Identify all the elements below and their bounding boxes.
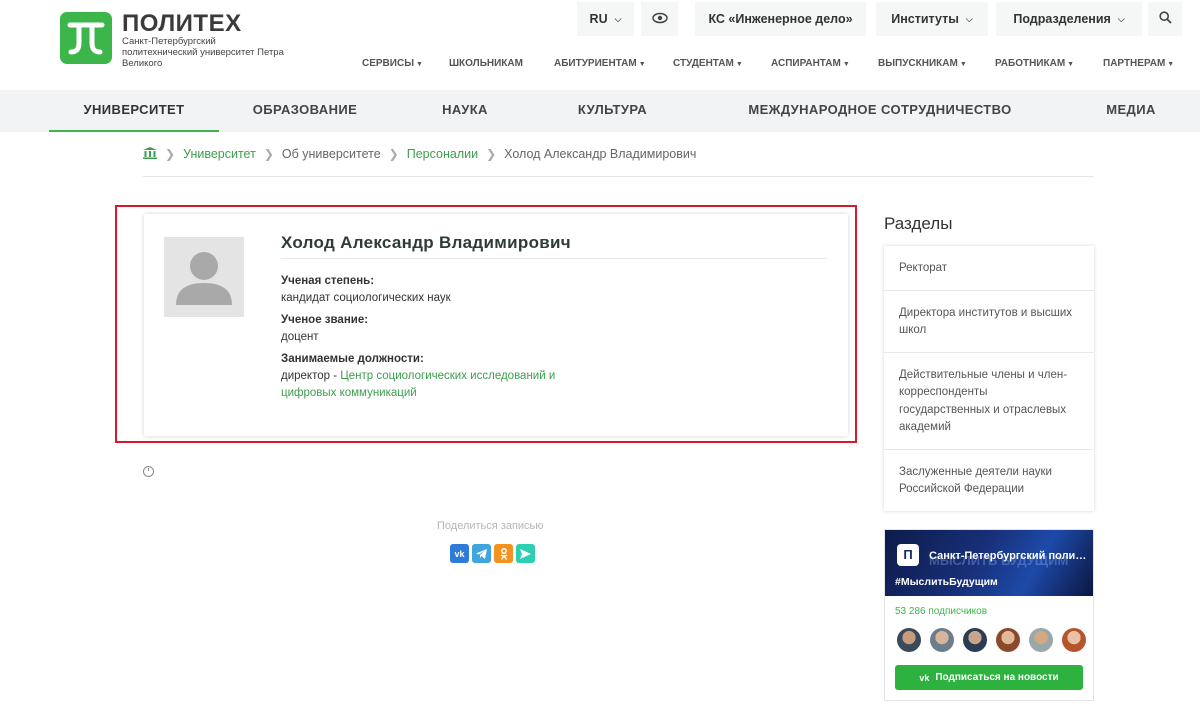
positions-label: Занимаемые должности: bbox=[281, 353, 424, 365]
eye-icon bbox=[651, 12, 668, 27]
chevron-right-icon: ❯ bbox=[486, 147, 497, 161]
mainnav-item-international[interactable]: МЕЖДУНАРОДНОЕ СОТРУДНИЧЕСТВО bbox=[735, 90, 1025, 132]
avatar bbox=[164, 237, 244, 317]
profile-card: Холод Александр Владимирович Ученая степ… bbox=[144, 214, 848, 436]
degree-value: кандидат социологических наук bbox=[281, 292, 451, 304]
ks-engineering-label: КС «Инженерное дело» bbox=[708, 12, 853, 26]
name-divider bbox=[281, 258, 827, 259]
audience-nav: СЕРВИСЫ ▼ ШКОЛЬНИКАМ АБИТУРИЕНТАМ ▼ СТУДЕН… bbox=[362, 58, 1200, 69]
avatar[interactable] bbox=[996, 628, 1020, 652]
academic-title-label: Ученое звание: bbox=[281, 314, 369, 326]
sidebar-title: Разделы bbox=[884, 214, 953, 233]
vk-share-icon[interactable]: vk bbox=[450, 544, 469, 563]
subnav-item-employees[interactable]: РАБОТНИКАМ ▼ bbox=[995, 58, 1103, 69]
vk-group-name[interactable]: Санкт-Петербургский поли… bbox=[929, 550, 1086, 562]
ok-share-icon[interactable] bbox=[494, 544, 513, 563]
mainnav-item-university[interactable]: УНИВЕРСИТЕТ bbox=[49, 90, 219, 132]
breadcrumb-university[interactable]: Университет bbox=[183, 147, 256, 161]
mainnav-item-science[interactable]: НАУКА bbox=[420, 90, 510, 132]
degree-label: Ученая степень: bbox=[281, 275, 375, 287]
breadcrumb-about[interactable]: Об университете bbox=[282, 147, 381, 161]
position-value: директор - Центр социологических исследо… bbox=[281, 370, 555, 382]
avatar[interactable] bbox=[897, 628, 921, 652]
chevron-down-icon: ⌵ bbox=[1117, 13, 1125, 24]
chevron-right-icon: ❯ bbox=[165, 147, 176, 161]
clock-icon bbox=[143, 466, 154, 477]
vk-subscribe-label: Подписаться на новости bbox=[935, 672, 1059, 683]
position-org-link[interactable]: Центр социологических исследований и bbox=[340, 370, 555, 382]
sidebar-item-rectorate[interactable]: Ректорат bbox=[884, 246, 1094, 291]
vk-subscribe-button[interactable]: vk Подписаться на новости bbox=[895, 665, 1083, 690]
vk-icon: vk bbox=[919, 672, 930, 683]
ks-engineering-button[interactable]: КС «Инженерное дело» bbox=[695, 2, 866, 36]
avatar[interactable] bbox=[963, 628, 987, 652]
breadcrumb-divider bbox=[143, 176, 1094, 177]
sidebar-item-academy-members[interactable]: Действительные члены и член-корреспонден… bbox=[884, 353, 1094, 450]
logo-subtitle: Санкт-Петербургский политехнический унив… bbox=[122, 36, 284, 69]
send-share-icon[interactable] bbox=[516, 544, 535, 563]
main-nav: УНИВЕРСИТЕТ ОБРАЗОВАНИЕ НАУКА КУЛЬТУРА М… bbox=[0, 90, 1200, 132]
mainnav-item-education[interactable]: ОБРАЗОВАНИЕ bbox=[240, 90, 370, 132]
logo-title: ПОЛИТЕХ bbox=[122, 10, 242, 37]
vk-subscriber-avatars bbox=[897, 628, 1095, 652]
subnav-item-schoolchildren[interactable]: ШКОЛЬНИКАМ bbox=[449, 58, 554, 69]
logo-mark-icon bbox=[60, 12, 112, 64]
position-org-link-line2[interactable]: цифровых коммуникаций bbox=[281, 387, 417, 399]
user-placeholder-icon bbox=[176, 252, 232, 305]
site-logo[interactable]: ПОЛИТЕХ Санкт-Петербургский политехничес… bbox=[60, 12, 292, 69]
vk-widget: МЫСЛИТЬ БУДУЩИМ П Санкт-Петербургский по… bbox=[884, 529, 1094, 701]
sidebar-menu: Ректорат Директора институтов и высших ш… bbox=[884, 246, 1094, 511]
vk-banner[interactable]: МЫСЛИТЬ БУДУЩИМ П Санкт-Петербургский по… bbox=[885, 530, 1093, 596]
subnav-item-graduates[interactable]: ВЫПУСКНИКАМ ▼ bbox=[878, 58, 995, 69]
academic-title-value: доцент bbox=[281, 331, 319, 343]
subnav-item-applicants[interactable]: АБИТУРИЕНТАМ ▼ bbox=[554, 58, 673, 69]
institutes-label: Институты bbox=[891, 12, 959, 26]
avatar[interactable] bbox=[1062, 628, 1086, 652]
sidebar-item-honored-scientists[interactable]: Заслуженные деятели науки Российской Фед… bbox=[884, 450, 1094, 511]
accessibility-button[interactable] bbox=[641, 2, 678, 36]
mainnav-item-media[interactable]: МЕДИА bbox=[1090, 90, 1172, 132]
breadcrumb: ❯ Университет ❯ Об университете ❯ Персон… bbox=[143, 146, 696, 162]
subnav-item-students[interactable]: СТУДЕНТАМ ▼ bbox=[673, 58, 771, 69]
avatar[interactable] bbox=[930, 628, 954, 652]
chevron-right-icon: ❯ bbox=[263, 147, 274, 161]
vk-group-logo-icon: П bbox=[897, 544, 919, 566]
institutes-dropdown[interactable]: Институты ⌵ bbox=[876, 2, 988, 36]
share-label: Поделиться записью bbox=[437, 520, 544, 532]
breadcrumb-personalities[interactable]: Персоналии bbox=[407, 147, 478, 161]
chevron-down-icon: ⌵ bbox=[965, 13, 973, 24]
vk-hashtag: #МыслитьБудущим bbox=[895, 576, 998, 588]
vk-subscribers[interactable]: 53 286 подписчиков bbox=[895, 606, 987, 617]
subnav-item-services[interactable]: СЕРВИСЫ ▼ bbox=[362, 58, 449, 69]
site-header: ПОЛИТЕХ Санкт-Петербургский политехничес… bbox=[0, 0, 1200, 90]
divisions-dropdown[interactable]: Подразделения ⌵ bbox=[996, 2, 1142, 36]
home-icon[interactable] bbox=[143, 146, 157, 162]
search-button[interactable] bbox=[1148, 2, 1182, 36]
position-value-line2: цифровых коммуникаций bbox=[281, 387, 417, 399]
avatar[interactable] bbox=[1029, 628, 1053, 652]
language-selector[interactable]: RU ⌵ bbox=[577, 2, 634, 36]
position-prefix: директор - bbox=[281, 370, 341, 382]
language-label: RU bbox=[589, 12, 608, 26]
breadcrumb-current: Холод Александр Владимирович bbox=[504, 147, 697, 161]
subnav-item-partners[interactable]: ПАРТНЕРАМ ▼ bbox=[1103, 58, 1200, 69]
sidebar-item-directors[interactable]: Директора институтов и высших школ bbox=[884, 291, 1094, 353]
chevron-right-icon: ❯ bbox=[388, 147, 399, 161]
share-buttons: vk bbox=[450, 544, 538, 563]
subnav-item-postgraduates[interactable]: АСПИРАНТАМ ▼ bbox=[771, 58, 878, 69]
mainnav-item-culture[interactable]: КУЛЬТУРА bbox=[560, 90, 665, 132]
divisions-label: Подразделения bbox=[1013, 12, 1111, 26]
search-icon bbox=[1158, 11, 1172, 27]
telegram-share-icon[interactable] bbox=[472, 544, 491, 563]
chevron-down-icon: ⌵ bbox=[614, 13, 622, 24]
profile-name: Холод Александр Владимирович bbox=[281, 233, 571, 252]
